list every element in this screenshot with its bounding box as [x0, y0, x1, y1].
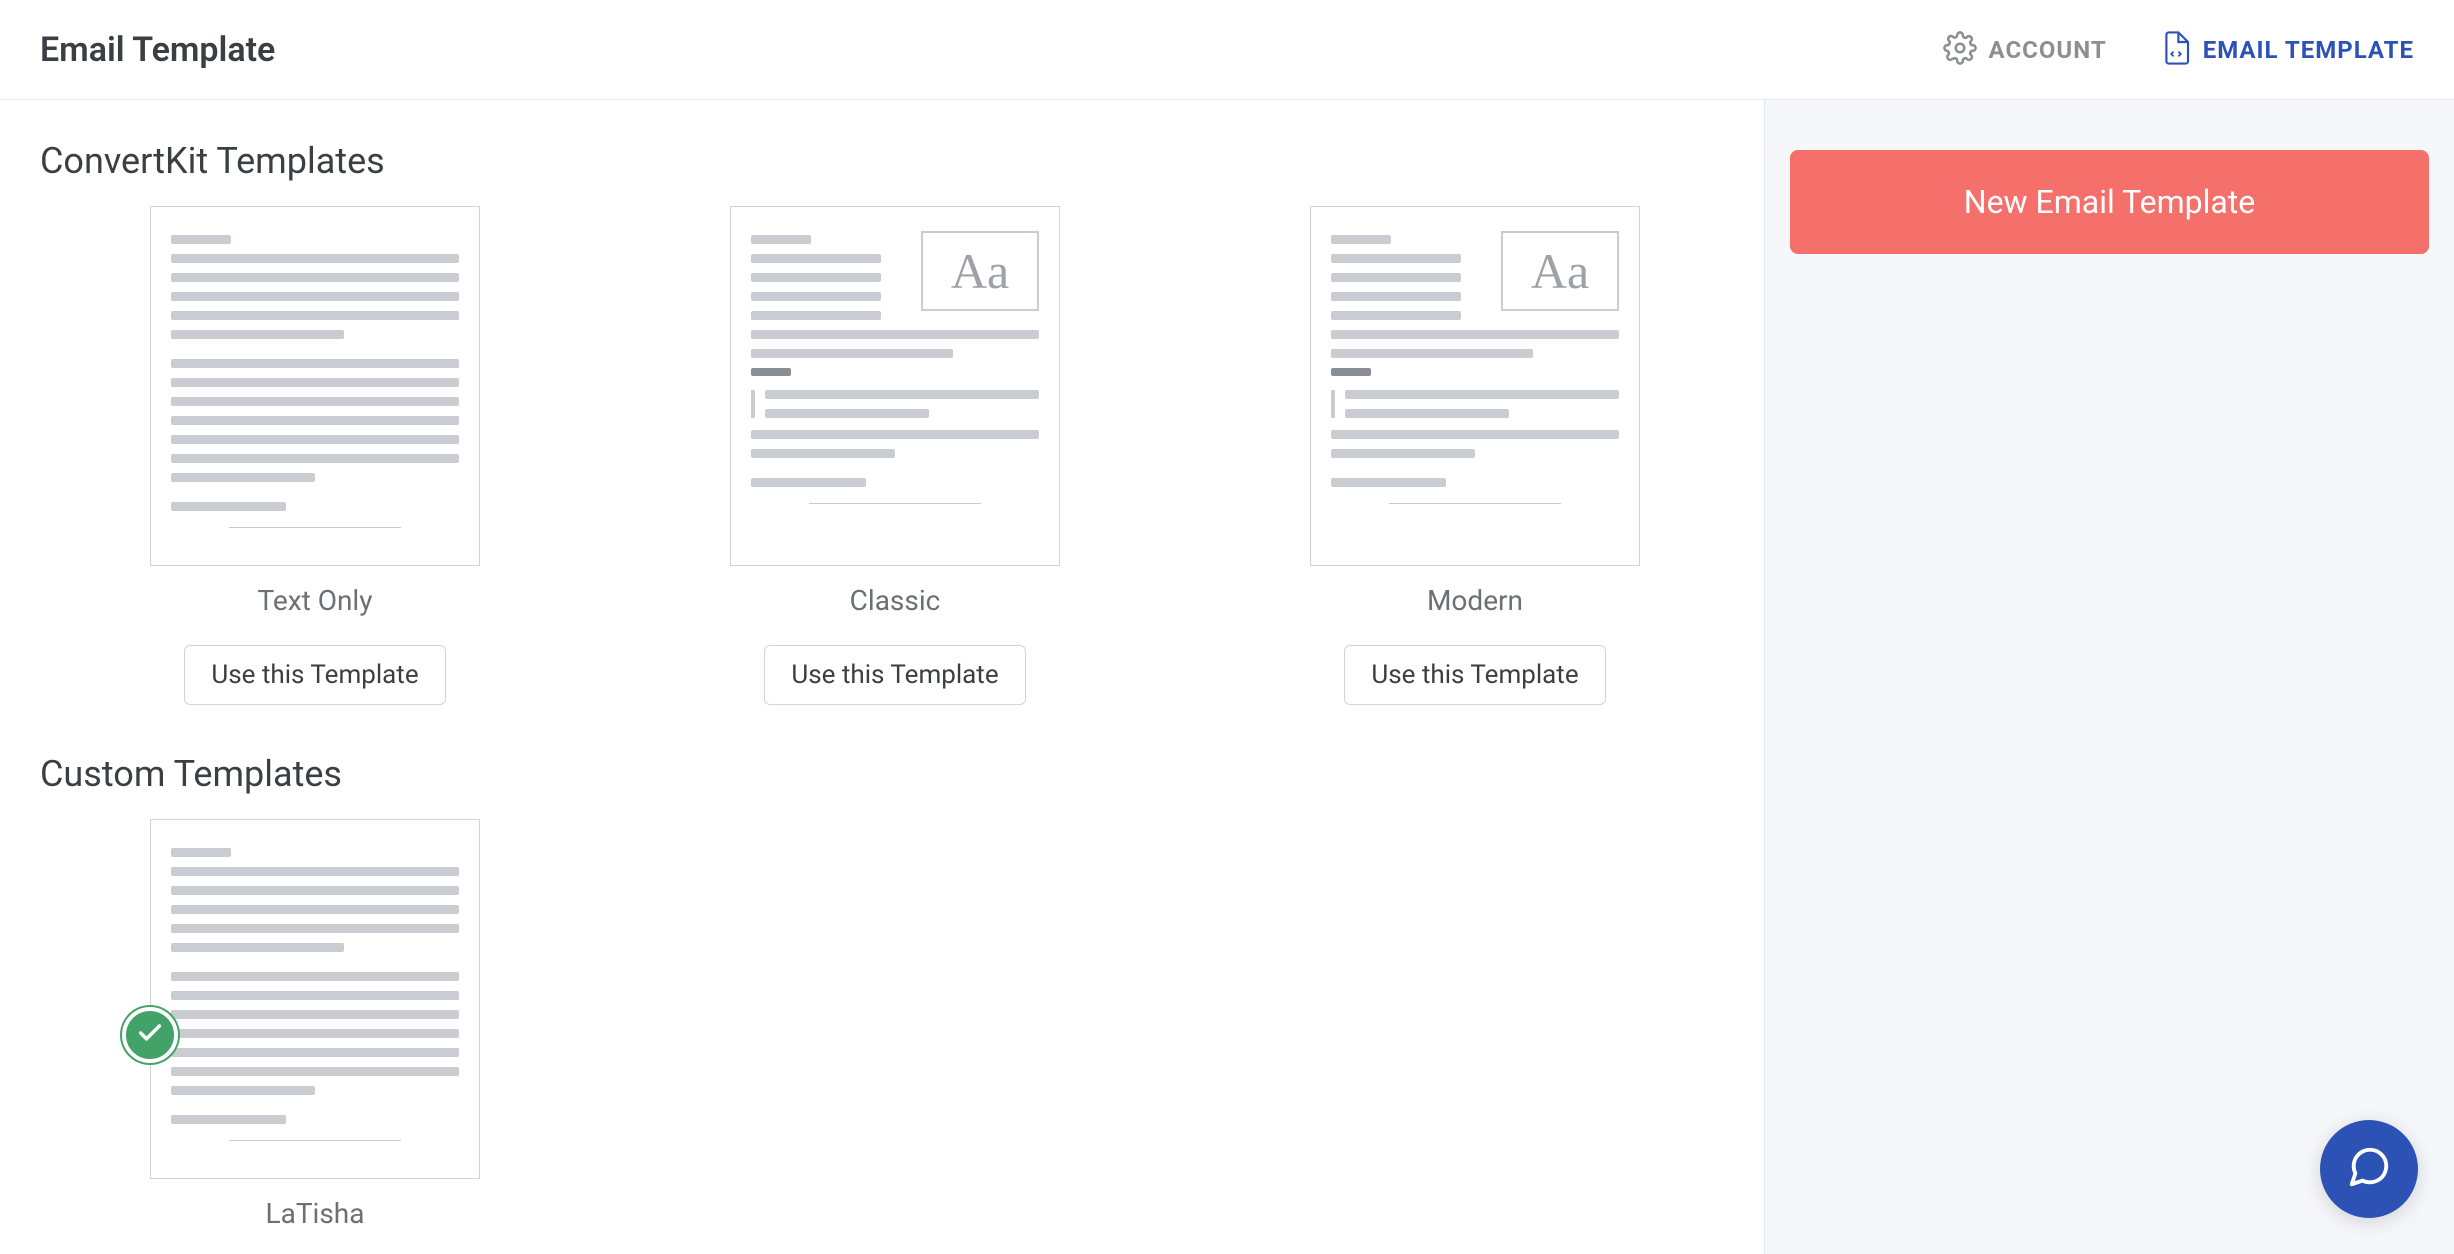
template-card-text-only: Text Only Use this Template — [150, 206, 480, 705]
nav-email-template[interactable]: EMAIL TEMPLATE — [2161, 30, 2414, 70]
template-card-modern: Aa Modern — [1310, 206, 1640, 705]
new-email-template-button[interactable]: New Email Template — [1790, 150, 2429, 254]
file-code-icon — [2161, 30, 2191, 70]
template-thumb-classic[interactable]: Aa — [730, 206, 1060, 566]
template-thumb-latisha[interactable] — [150, 819, 480, 1179]
use-template-button-text-only[interactable]: Use this Template — [184, 645, 445, 705]
use-template-button-modern[interactable]: Use this Template — [1344, 645, 1605, 705]
sidebar: New Email Template — [1764, 100, 2454, 1254]
chat-icon — [2346, 1144, 2392, 1194]
template-card-classic: Aa Classic — [730, 206, 1060, 705]
nav-email-template-label: EMAIL TEMPLATE — [2203, 36, 2414, 64]
nav-account-label: ACCOUNT — [1989, 36, 2107, 64]
template-name-classic: Classic — [850, 584, 941, 617]
template-thumb-modern[interactable]: Aa — [1310, 206, 1640, 566]
chat-help-button[interactable] — [2320, 1120, 2418, 1218]
aa-icon: Aa — [1501, 231, 1619, 311]
main-content: ConvertKit Templates Text Only Use — [0, 100, 1764, 1254]
template-name-latisha: LaTisha — [266, 1197, 365, 1230]
use-template-button-classic[interactable]: Use this Template — [764, 645, 1025, 705]
nav-account[interactable]: ACCOUNT — [1943, 31, 2107, 69]
selected-check-badge — [122, 1007, 178, 1063]
custom-template-row: LaTisha — [40, 819, 1724, 1230]
custom-section-title: Custom Templates — [40, 753, 1724, 795]
header: Email Template ACCOUNT EMAIL TEMPLATE — [0, 0, 2454, 100]
convertkit-template-row: Text Only Use this Template Aa — [40, 206, 1724, 705]
header-nav: ACCOUNT EMAIL TEMPLATE — [1943, 30, 2414, 70]
template-name-modern: Modern — [1427, 584, 1523, 617]
template-thumb-text-only[interactable] — [150, 206, 480, 566]
page-title: Email Template — [40, 30, 275, 70]
check-icon — [136, 1019, 164, 1051]
aa-icon: Aa — [921, 231, 1039, 311]
convertkit-section-title: ConvertKit Templates — [40, 140, 1724, 182]
template-name-text-only: Text Only — [258, 584, 373, 617]
template-card-latisha: LaTisha — [150, 819, 480, 1230]
gear-icon — [1943, 31, 1977, 69]
